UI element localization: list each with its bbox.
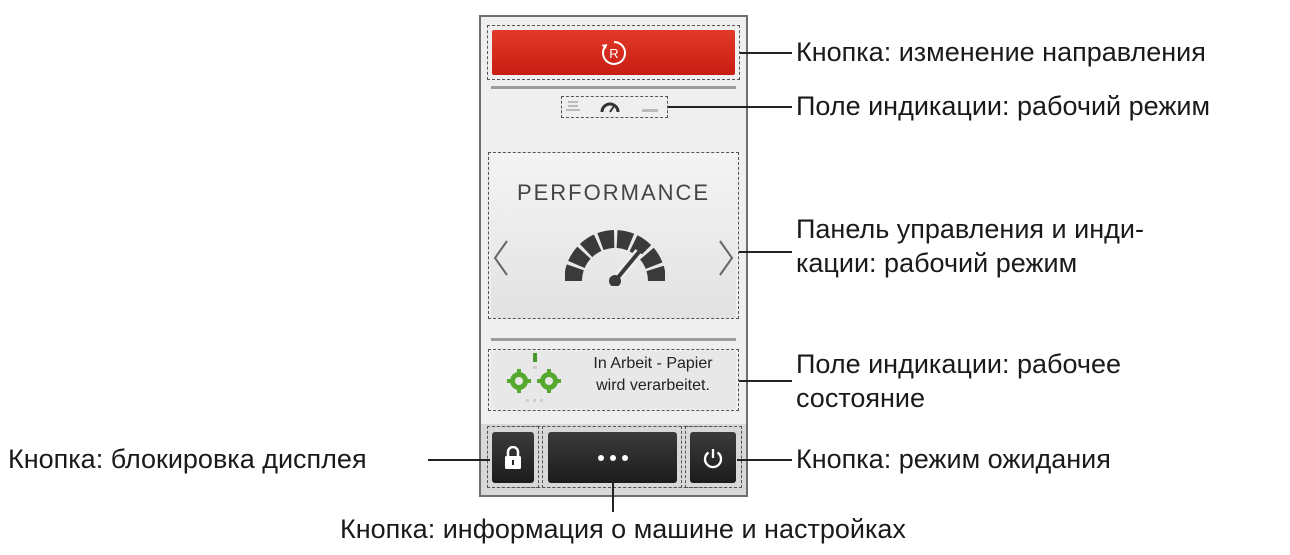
label-status-field-line-1: Поле индикации: рабочее	[796, 349, 1122, 379]
top-divider	[491, 86, 736, 89]
callout-line-reverse	[740, 52, 792, 54]
middle-divider	[491, 338, 736, 341]
performance-gauge-icon	[565, 230, 665, 286]
gears-icon	[507, 353, 561, 402]
more-dots-icon	[597, 454, 628, 461]
callout-line-status	[739, 380, 792, 382]
label-status-field-line-2: состояние	[796, 383, 926, 413]
standby-button[interactable]	[690, 432, 736, 483]
power-icon	[703, 448, 723, 468]
label-lock-button: Кнопка: блокировка дисплея	[8, 444, 367, 474]
label-reverse-button: Кнопка: изменение направления	[796, 37, 1206, 67]
callout-line-info	[612, 476, 614, 512]
mode-indicator-icon	[566, 101, 658, 113]
arrow-left-icon[interactable]	[492, 238, 510, 278]
lock-display-button[interactable]	[492, 432, 534, 483]
reverse-button[interactable]: R	[492, 30, 735, 75]
mode-title: PERFORMANCE	[516, 180, 711, 205]
status-line-1: In Arbeit - Papier	[593, 355, 713, 372]
callout-line-mode-indicator	[668, 106, 792, 108]
label-mode-indicator: Поле индикации: рабочий режим	[796, 91, 1211, 121]
reverse-icon-letter: R	[609, 46, 618, 61]
label-control-panel-line-1: Панель управления и инди-	[796, 214, 1144, 244]
label-standby-button: Кнопка: режим ожидания	[796, 444, 1111, 474]
status-line-2: wird verarbeitet.	[596, 377, 710, 394]
lock-icon	[505, 445, 521, 469]
label-status-field: Поле индикации: рабочее состояние	[796, 347, 1121, 415]
status-message: In Arbeit - Papier wird verarbeitet.	[572, 353, 734, 397]
callout-line-lock	[428, 459, 490, 461]
reverse-icon: R	[601, 40, 626, 65]
callout-line-standby	[737, 459, 792, 461]
arrow-right-icon[interactable]	[717, 238, 735, 278]
label-info-button: Кнопка: информация о машине и настройках	[340, 514, 906, 544]
label-control-panel-line-2: кации: рабочий режим	[796, 248, 1078, 278]
callout-line-control-panel	[739, 251, 792, 253]
label-control-panel: Панель управления и инди- кации: рабочий…	[796, 212, 1144, 280]
